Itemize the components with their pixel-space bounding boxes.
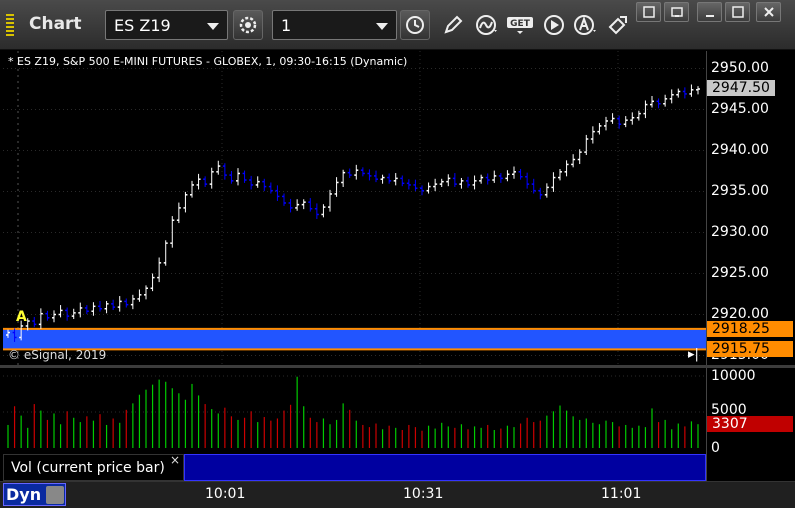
drag-grip-icon[interactable] <box>6 14 14 36</box>
price-tick: 2935.00 <box>711 182 769 199</box>
price-tick: 2940.00 <box>711 141 769 158</box>
alerts-button[interactable] <box>571 10 601 40</box>
clock-icon <box>406 16 424 34</box>
price-tick: 2920.00 <box>711 305 769 322</box>
level-high-tag: 2918.25 <box>707 321 793 337</box>
price-tick: 2925.00 <box>711 264 769 281</box>
study-label[interactable]: Vol (current price bar) <box>3 454 184 481</box>
restore-icon <box>670 7 683 17</box>
price-tick: 2950.00 <box>711 59 769 76</box>
scroll-to-end-icon[interactable]: ▸| <box>688 347 699 362</box>
time-axis[interactable] <box>0 481 795 508</box>
pencil-icon <box>444 15 463 34</box>
minimize-button[interactable] <box>697 2 722 22</box>
gear-icon <box>239 16 257 34</box>
last-volume-tag: 3307 <box>707 416 793 432</box>
chevron-down-icon[interactable] <box>207 23 219 30</box>
studies-button[interactable] <box>472 10 502 40</box>
minimize-icon <box>705 15 714 17</box>
draw-tool-button[interactable] <box>438 10 468 40</box>
help-icon <box>642 6 655 18</box>
play-icon <box>544 15 564 35</box>
window-title: Chart <box>29 14 82 34</box>
symbol-description: * ES Z19, S&P 500 E-MINI FUTURES - GLOBE… <box>8 55 408 68</box>
symbol-combo[interactable]: ES Z19 <box>105 10 228 40</box>
alert-a-icon <box>574 15 596 35</box>
link-tool-button[interactable] <box>604 10 634 40</box>
toolbar: Chart ES Z19 1 GET <box>0 0 795 50</box>
copyright-notice: © eSignal, 2019 <box>8 348 107 362</box>
replay-button[interactable] <box>539 10 569 40</box>
chevron-down-icon[interactable] <box>376 23 388 30</box>
svg-text:GET: GET <box>510 19 531 29</box>
dynamic-mode-button[interactable]: Dyn <box>3 483 66 506</box>
volume-chart <box>3 375 706 448</box>
maximize-button[interactable] <box>725 2 750 22</box>
get-icon: GET <box>507 17 533 34</box>
close-icon <box>763 7 774 17</box>
close-icon[interactable]: × <box>170 453 180 467</box>
time-tick: 10:01 <box>205 486 246 502</box>
volume-tick: 10000 <box>711 368 756 384</box>
level-low-tag: 2915.75 <box>707 341 793 357</box>
interval-combo[interactable]: 1 <box>272 10 397 40</box>
close-button[interactable] <box>756 2 781 22</box>
price-tick: 2930.00 <box>711 223 769 240</box>
marker-label: A <box>16 309 27 325</box>
level-band <box>3 328 706 350</box>
symbol-value: ES Z19 <box>114 16 171 35</box>
study-strip <box>184 454 706 481</box>
price-tick: 2945.00 <box>711 100 769 117</box>
help-button[interactable] <box>636 2 661 22</box>
volume-tick: 0 <box>711 440 720 456</box>
study-wave-icon <box>476 15 497 35</box>
price-chart: A <box>3 51 706 365</box>
time-tick: 11:01 <box>601 486 642 502</box>
link-diamond-icon <box>608 16 627 35</box>
get-data-button[interactable]: GET <box>505 10 535 40</box>
volume-pane[interactable] <box>3 368 706 452</box>
price-pane[interactable]: A <box>3 51 706 365</box>
interval-value: 1 <box>281 16 292 35</box>
maximize-icon <box>731 6 744 18</box>
dynamic-mode-label: Dyn <box>6 485 42 504</box>
interval-clock-button[interactable] <box>400 10 430 40</box>
last-price-tag: 2947.50 <box>707 80 775 96</box>
symbol-settings-button[interactable] <box>233 10 263 40</box>
time-tick: 10:31 <box>403 486 444 502</box>
restore-button[interactable] <box>664 2 689 22</box>
lock-icon[interactable] <box>46 486 64 504</box>
